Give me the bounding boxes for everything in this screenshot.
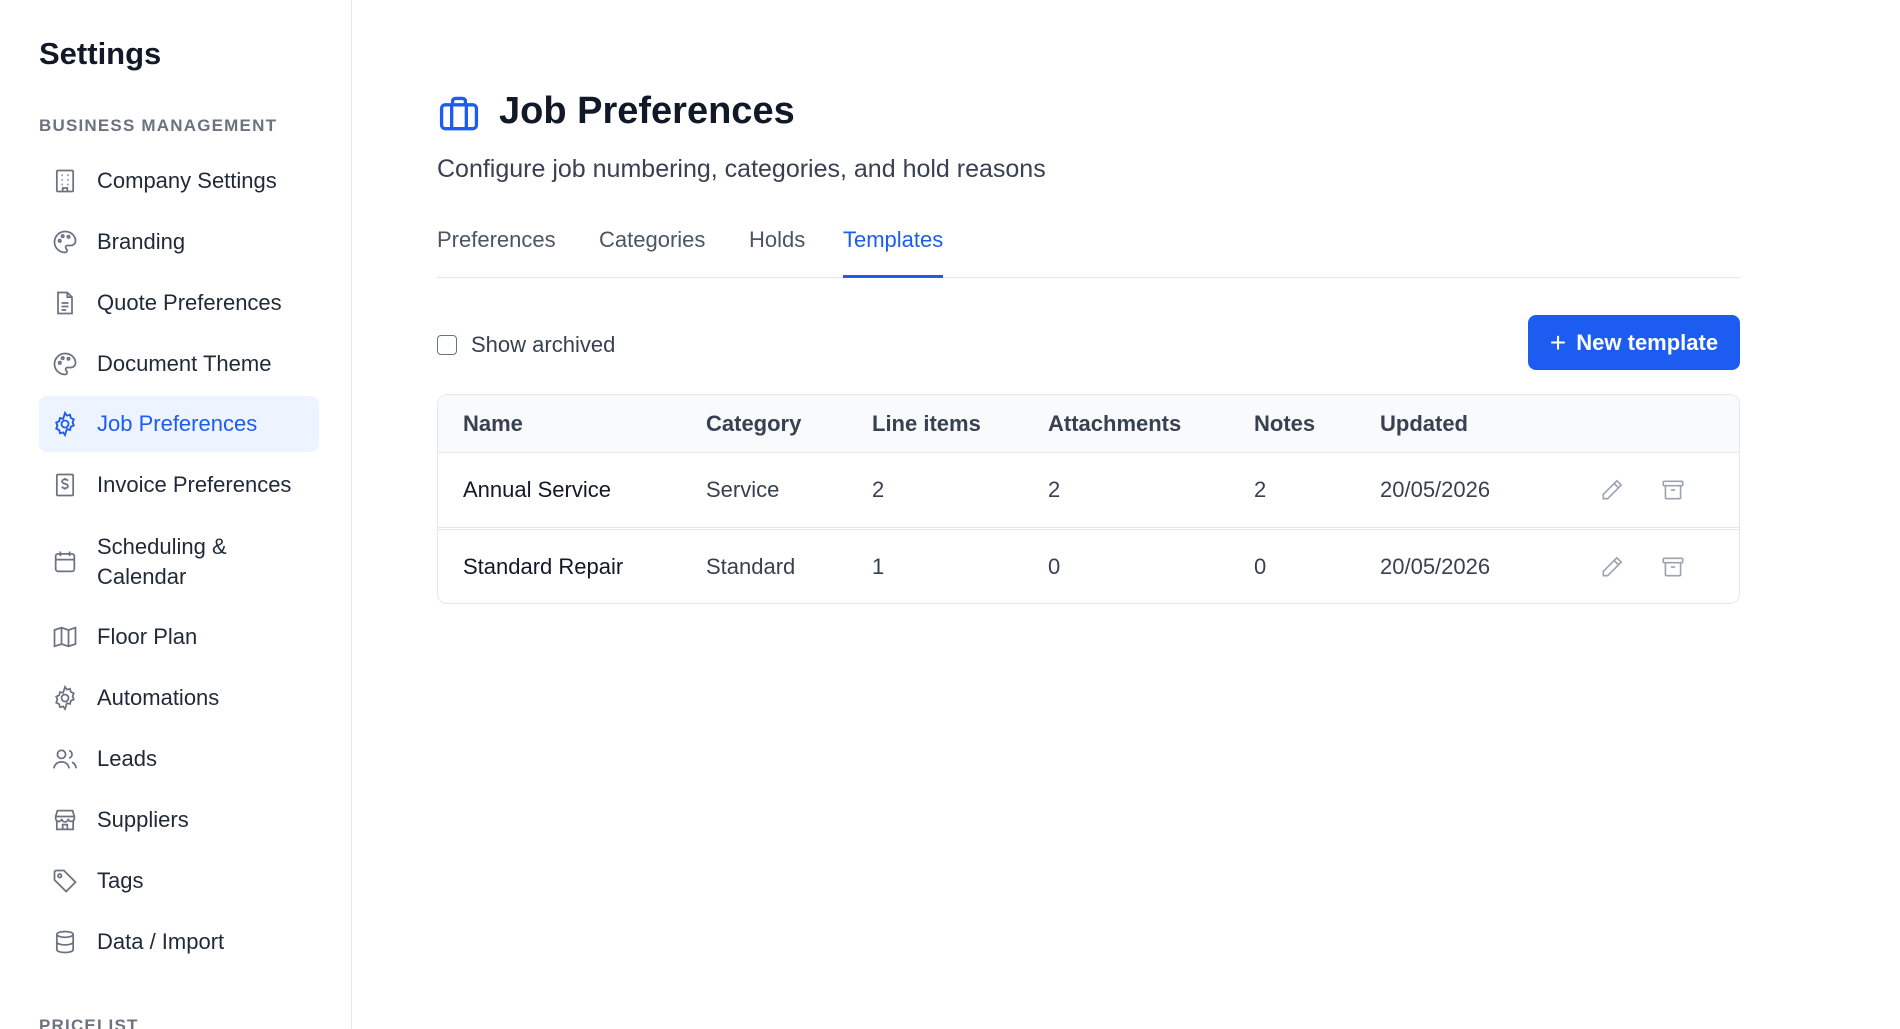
sidebar-item-tags[interactable]: Tags	[39, 853, 319, 909]
archive-icon[interactable]	[1659, 553, 1687, 581]
palette-icon	[51, 350, 79, 378]
sidebar-item-label: Company Settings	[97, 168, 277, 193]
column-header-category: Category	[706, 411, 802, 436]
sidebar-item-label: Floor Plan	[97, 624, 198, 649]
new-template-button[interactable]: + New template	[1528, 315, 1740, 370]
store-icon	[51, 806, 79, 834]
templates-table: Name Category Line items Attachments Not…	[437, 394, 1740, 604]
sidebar-item-label: Suppliers	[97, 807, 189, 832]
pencil-icon[interactable]	[1598, 553, 1626, 581]
pencil-icon[interactable]	[1598, 476, 1626, 504]
sidebar-item-label: Branding	[97, 229, 186, 254]
building-icon	[51, 167, 79, 195]
show-archived-toggle[interactable]: Show archived	[437, 332, 615, 358]
sidebar-item-label: Scheduling & Calendar	[97, 534, 227, 589]
cell-updated: 20/05/2026	[1380, 477, 1491, 502]
sidebar-item-data-import[interactable]: Data / Import	[39, 914, 319, 970]
cell-line-items: 2	[872, 477, 885, 502]
dollar-doc-icon	[51, 471, 79, 499]
column-header-updated: Updated	[1380, 411, 1468, 436]
table-row[interactable]: Standard Repair Standard 1 0 0 20/05/202…	[438, 529, 1739, 603]
cell-name: Standard Repair	[463, 554, 624, 579]
cell-notes: 0	[1254, 554, 1267, 579]
sidebar-item-label: Job Preferences	[97, 411, 258, 436]
palette-icon	[51, 228, 79, 256]
sidebar-item-company-settings[interactable]: Company Settings	[39, 153, 319, 209]
tab-categories[interactable]: Categories	[599, 220, 705, 278]
cell-notes: 2	[1254, 477, 1267, 502]
sidebar-item-suppliers[interactable]: Suppliers	[39, 792, 319, 848]
sidebar-item-label: Leads	[97, 746, 157, 771]
briefcase-icon	[437, 92, 481, 136]
column-header-notes: Notes	[1254, 411, 1316, 436]
sidebar-section-pricelist: PRICELIST	[39, 1016, 139, 1029]
table-row[interactable]: Annual Service Service 2 2 2 20/05/2026	[438, 453, 1739, 528]
tab-templates[interactable]: Templates	[843, 220, 944, 278]
cell-attachments: 0	[1048, 554, 1061, 579]
map-icon	[51, 623, 79, 651]
users-icon	[51, 745, 79, 773]
column-header-line-items: Line items	[872, 411, 981, 436]
show-archived-checkbox[interactable]	[437, 335, 457, 355]
sidebar-item-label: Quote Preferences	[97, 290, 282, 315]
cell-category: Standard	[706, 554, 796, 579]
cell-category: Service	[706, 477, 780, 502]
cell-attachments: 2	[1048, 477, 1061, 502]
sidebar-item-scheduling-calendar[interactable]: Scheduling & Calendar	[39, 525, 319, 599]
column-header-name: Name	[463, 411, 523, 436]
sidebar-item-label: Document Theme	[97, 351, 272, 376]
gear-icon	[51, 684, 79, 712]
sidebar-item-branding[interactable]: Branding	[39, 214, 319, 270]
sidebar-item-label: Tags	[97, 868, 144, 893]
column-header-attachments: Attachments	[1048, 411, 1182, 436]
sidebar-section-business-management: BUSINESS MANAGEMENT	[39, 116, 278, 135]
document-icon	[51, 289, 79, 317]
tab-holds[interactable]: Holds	[749, 220, 805, 278]
archive-icon[interactable]	[1659, 476, 1687, 504]
tag-icon	[51, 867, 79, 895]
sidebar-item-label: Data / Import	[97, 929, 225, 954]
calendar-icon	[51, 548, 79, 576]
sidebar-item-invoice-preferences[interactable]: Invoice Preferences	[39, 457, 319, 513]
sidebar-item-quote-preferences[interactable]: Quote Preferences	[39, 275, 319, 331]
sidebar-item-leads[interactable]: Leads	[39, 731, 319, 787]
cell-line-items: 1	[872, 554, 885, 579]
cell-name: Annual Service	[463, 477, 611, 502]
sidebar-item-document-theme[interactable]: Document Theme	[39, 336, 319, 392]
sidebar-item-floor-plan[interactable]: Floor Plan	[39, 609, 319, 665]
main-content: Job Preferences Configure job numbering,…	[352, 0, 1900, 1029]
new-template-label: New template	[1576, 329, 1719, 355]
database-icon	[51, 928, 79, 956]
sidebar-item-automations[interactable]: Automations	[39, 670, 319, 726]
sidebar-item-label: Invoice Preferences	[97, 472, 292, 497]
plus-icon: +	[1549, 326, 1567, 358]
page-subtitle: Configure job numbering, categories, and…	[437, 155, 1046, 183]
tab-bar: Preferences Categories Holds Templates	[437, 220, 1740, 278]
gear-icon	[51, 410, 79, 438]
show-archived-label: Show archived	[471, 332, 616, 357]
page-title: Job Preferences	[499, 90, 795, 132]
table-header: Name Category Line items Attachments Not…	[438, 395, 1739, 453]
cell-updated: 20/05/2026	[1380, 554, 1491, 579]
settings-sidebar: Settings BUSINESS MANAGEMENT Company Set…	[0, 0, 352, 1029]
sidebar-item-label: Automations	[97, 685, 220, 710]
app-window: Settings BUSINESS MANAGEMENT Company Set…	[0, 0, 1900, 1029]
sidebar-title: Settings	[39, 36, 162, 71]
sidebar-item-job-preferences[interactable]: Job Preferences	[39, 396, 319, 452]
tab-preferences[interactable]: Preferences	[437, 220, 556, 278]
